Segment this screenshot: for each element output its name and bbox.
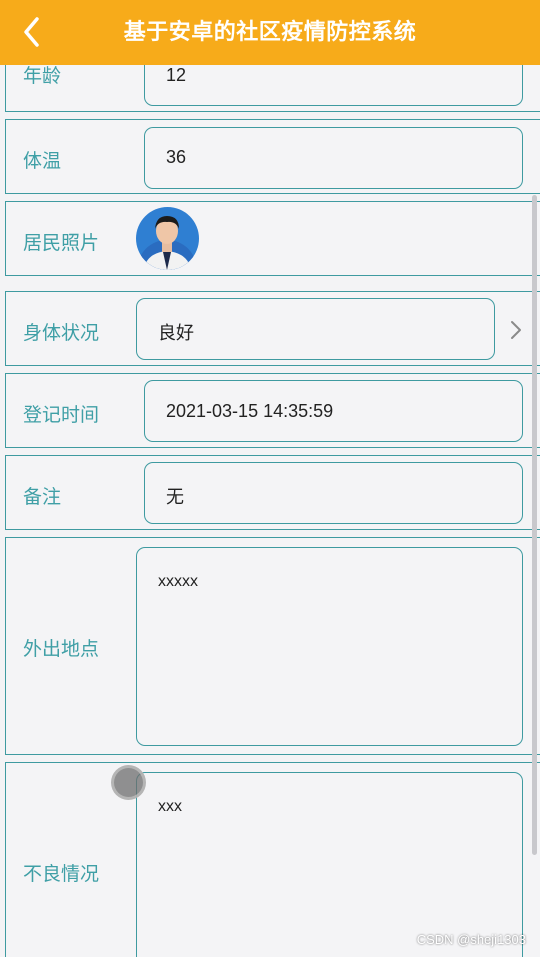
form-row-remarks: 备注 无 (5, 455, 540, 530)
photo-label: 居民照片 (23, 232, 100, 254)
register-time-value: 2021-03-15 14:35:59 (166, 401, 334, 421)
resident-photo[interactable] (136, 207, 199, 270)
bad-condition-textarea[interactable]: xxx (136, 772, 523, 957)
form-row-photo: 居民照片 (5, 201, 540, 276)
form-row-bad-condition: 不良情况 xxx (5, 762, 540, 957)
register-time-field[interactable]: 2021-03-15 14:35:59 (144, 380, 523, 442)
health-select[interactable]: 良好 (136, 298, 495, 360)
form-row-outing-location: 外出地点 xxxxx (5, 537, 540, 755)
register-time-label: 登记时间 (23, 404, 100, 426)
temperature-field[interactable]: 36 (144, 127, 523, 189)
bad-condition-label: 不良情况 (23, 863, 100, 885)
avatar-image (136, 207, 199, 270)
temperature-value: 36 (166, 147, 187, 167)
app-header: 基于安卓的社区疫情防控系统 (0, 0, 540, 65)
health-label: 身体状况 (23, 322, 100, 344)
bad-condition-value: xxx (158, 798, 182, 815)
touch-indicator (111, 765, 146, 800)
page-title: 基于安卓的社区疫情防控系统 (123, 20, 417, 45)
form-row-register-time: 登记时间 2021-03-15 14:35:59 (5, 373, 540, 448)
form-row-health: 身体状况 良好 (5, 291, 540, 366)
scrollbar[interactable] (532, 195, 537, 855)
outing-location-value: xxxxx (158, 573, 198, 590)
watermark: CSDN @sheji1303 (416, 932, 526, 947)
outing-location-textarea[interactable]: xxxxx (136, 547, 523, 746)
age-label: 年龄 (23, 65, 62, 87)
remarks-value: 无 (166, 487, 184, 507)
form-row-temperature: 体温 36 (5, 119, 540, 194)
health-value: 良好 (158, 323, 194, 343)
remarks-label: 备注 (23, 486, 62, 508)
remarks-field[interactable]: 无 (144, 462, 523, 524)
chevron-right-icon[interactable] (509, 319, 523, 341)
age-value: 12 (166, 65, 187, 85)
outing-location-label: 外出地点 (23, 638, 100, 660)
temperature-label: 体温 (23, 150, 62, 172)
